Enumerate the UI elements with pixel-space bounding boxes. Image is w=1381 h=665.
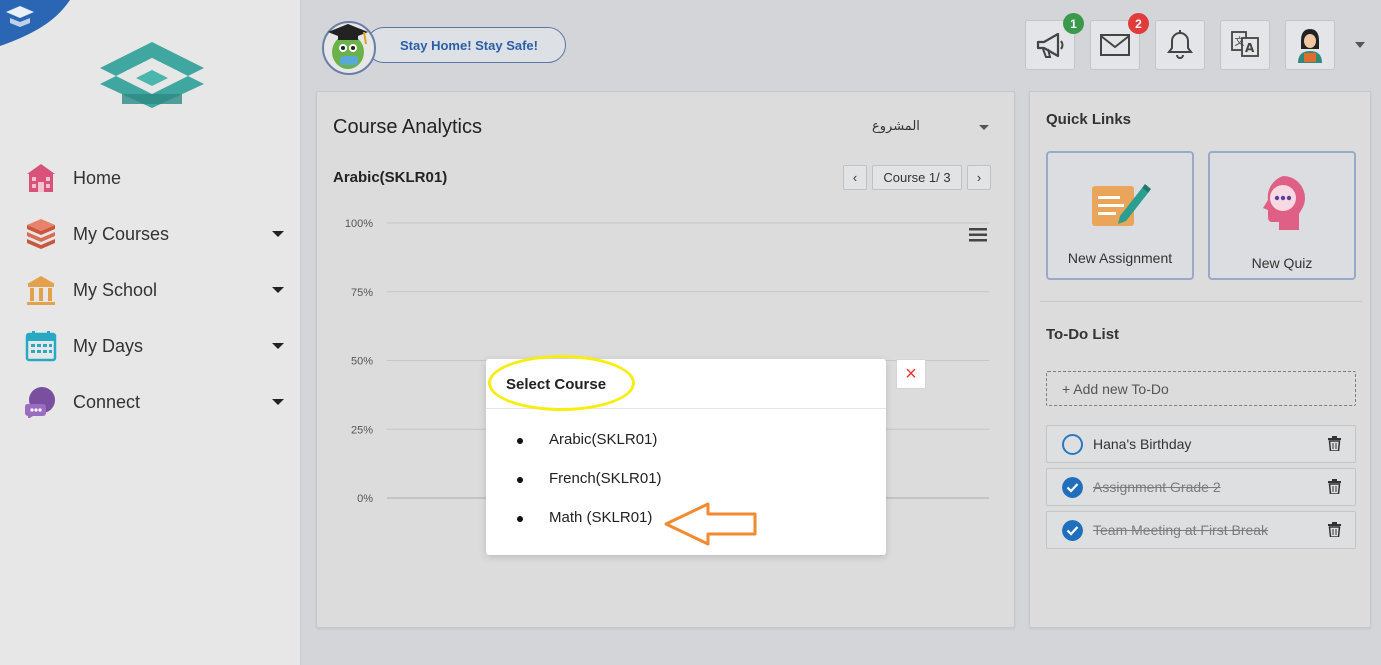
chevron-down-icon[interactable] [272,231,284,237]
sidebar-item-label: My School [73,279,158,300]
corner-logo-badge[interactable] [0,0,70,46]
divider [1040,301,1362,302]
modal-header: Select Course [486,355,886,411]
check-circle-icon[interactable] [1062,477,1083,498]
main-nav: Home My Courses My School My Days Connec… [0,150,300,430]
chevron-down-icon[interactable] [272,399,284,405]
todo-list-title: To-Do List [1046,326,1120,343]
y-tick-label: 50% [351,356,373,368]
envelope-icon [1100,34,1130,56]
messages-button[interactable]: 2 [1090,13,1149,70]
quick-links-title: Quick Links [1046,111,1132,128]
course-option-math[interactable]: Math (SKLR01) [516,509,662,548]
todo-item: Assignment Grade 2 [1046,468,1356,506]
notifications-button[interactable] [1155,20,1205,70]
trash-icon[interactable] [1328,436,1341,451]
filter-value: المشروع [872,118,920,133]
add-todo-input[interactable]: + Add new To-Do [1046,371,1356,406]
project-filter-select[interactable]: المشروع [857,118,997,140]
course-page-label: Course 1/ 3 [872,165,962,190]
next-course-button[interactable]: › [967,165,991,190]
announcements-count-badge: 1 [1063,13,1084,34]
todo-text: Hana's Birthday [1093,436,1192,452]
quick-links-card: Quick Links New Assignment New Quiz To-D… [1029,91,1371,628]
messages-count-badge: 2 [1128,13,1149,34]
trash-icon[interactable] [1328,522,1341,537]
course-option-arabic[interactable]: Arabic(SKLR01) [516,431,662,470]
stay-safe-banner[interactable]: Stay Home! Stay Safe! [366,27,566,63]
arrow-annotation [664,502,757,546]
school-building-icon [24,161,58,195]
y-tick-label: 75% [351,287,373,299]
new-quiz-button[interactable]: New Quiz [1208,151,1356,280]
sidebar-item-label: Home [73,167,122,188]
new-quiz-label: New Quiz [1251,255,1313,271]
course-option-french[interactable]: French(SKLR01) [516,470,662,509]
todo-item: Hana's Birthday [1046,425,1356,463]
todo-text: Team Meeting at First Break [1093,522,1269,538]
new-assignment-button[interactable]: New Assignment [1046,151,1194,280]
announcements-button[interactable]: 1 [1025,13,1084,70]
svg-text:A: A [1245,41,1255,55]
profile-menu-caret[interactable] [1355,42,1365,48]
todo-text: Assignment Grade 2 [1093,479,1221,495]
assignment-pen-icon [1092,184,1151,226]
calendar-icon [24,329,58,363]
sidebar-item-label: My Courses [73,223,170,244]
todo-checkbox[interactable] [1062,434,1083,455]
sidebar-item-my-days[interactable]: My Days [0,318,300,374]
quiz-head-icon [1263,176,1305,230]
trash-icon[interactable] [1328,479,1341,494]
new-assignment-label: New Assignment [1067,250,1173,266]
chevron-down-icon[interactable] [272,343,284,349]
y-tick-label: 25% [351,424,373,436]
chevron-down-icon [979,125,989,130]
todo-item: Team Meeting at First Break [1046,511,1356,549]
language-button[interactable]: 文 A [1220,20,1270,70]
chevron-down-icon[interactable] [272,287,284,293]
sidebar-item-my-courses[interactable]: My Courses [0,206,300,262]
y-tick-label: 0% [357,493,373,505]
bell-icon [1167,30,1193,59]
app-logo [100,42,204,108]
y-tick-label: 100% [345,218,373,230]
prev-course-button[interactable]: ‹ [843,165,867,190]
sidebar-item-home[interactable]: Home [0,150,300,206]
course-pager: ‹ Course 1/ 3 › [843,165,991,190]
avatar [1298,29,1322,63]
close-modal-button[interactable]: × [896,359,926,389]
mascot-avatar [322,21,376,75]
check-circle-icon[interactable] [1062,520,1083,541]
megaphone-icon [1036,32,1064,58]
translate-icon: 文 A [1231,31,1259,57]
profile-avatar-button[interactable] [1285,20,1335,70]
sidebar-item-connect[interactable]: Connect [0,374,300,430]
books-icon [24,217,58,251]
sidebar: Home My Courses My School My Days Connec… [0,0,301,665]
chat-bubbles-icon [24,385,58,419]
sidebar-item-my-school[interactable]: My School [0,262,300,318]
sidebar-item-label: Connect [73,391,141,412]
columns-building-icon [24,273,58,307]
page-title: Course Analytics [333,116,482,138]
svg-text:文: 文 [1235,35,1245,48]
course-list: Arabic(SKLR01) French(SKLR01) Math (SKLR… [516,431,662,548]
current-course-name: Arabic(SKLR01) [333,169,448,186]
sidebar-item-label: My Days [73,335,144,356]
modal-title: Select Course [506,376,607,393]
chart-menu-icon[interactable] [969,228,987,242]
